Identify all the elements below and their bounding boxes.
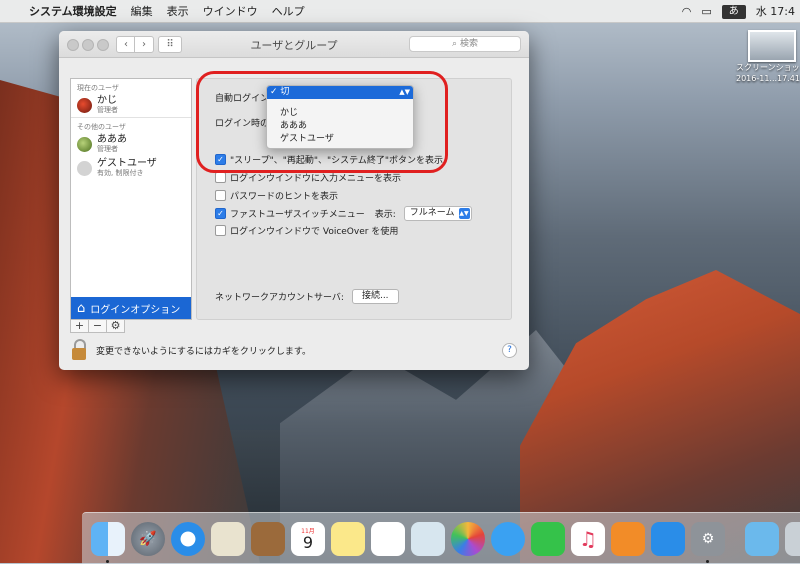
system-preferences-icon[interactable]: ⚙ (691, 521, 725, 563)
voiceover-label: ログインウインドウで VoiceOver を使用 (230, 227, 399, 237)
ime-icon[interactable]: あ (717, 4, 751, 19)
menu-app-name[interactable]: システム環境設定 (22, 3, 124, 19)
preview-icon[interactable] (411, 521, 445, 556)
photos-icon[interactable] (451, 521, 485, 556)
messages-icon[interactable] (491, 521, 525, 556)
title-bar: ‹ › ⠿ ユーザとグループ ⌕ 検索 (59, 31, 529, 58)
user-role: 有効, 制限付き (97, 168, 144, 177)
fast-switch-popup[interactable]: フルネーム ▲▼ (403, 206, 472, 221)
other-users-header: その他のユーザ (71, 117, 191, 132)
lock-footer: 変更できないようにするにはカギをクリックします。 ? (70, 337, 517, 363)
battery-icon[interactable]: ▭ (696, 5, 716, 18)
finder-icon[interactable] (91, 521, 125, 563)
chevron-updown-icon: ▲▼ (458, 208, 470, 219)
connect-button[interactable]: 接続... (351, 289, 399, 304)
menu-bar: システム環境設定 編集 表示 ウインドウ ヘルプ ◠ ▭ あ 水 17:4 (0, 0, 800, 23)
gear-icon[interactable]: ⚙ (106, 319, 125, 333)
fast-user-switch-label: ファストユーザスイッチメニュー (230, 210, 365, 220)
user-name: ゲストユーザ (97, 157, 157, 169)
users-sidebar: 現在のユーザ かじ 管理者 その他のユーザ あああ 管理者 ゲストユーザ 有効,… (70, 78, 192, 320)
menu-help[interactable]: ヘルプ (265, 3, 312, 19)
password-hint-row[interactable]: パスワードのヒントを表示 (215, 189, 338, 202)
menu-edit[interactable]: 編集 (124, 3, 160, 19)
search-field[interactable]: ⌕ 検索 (409, 36, 521, 52)
user-role: 管理者 (97, 105, 118, 114)
network-account-label: ネットワークアカウントサーバ: (215, 293, 344, 303)
lock-text: 変更できないようにするにはカギをクリックします。 (96, 346, 312, 357)
desktop-file-date: 2016-11...17.41.4 (736, 74, 800, 83)
search-placeholder: 検索 (459, 39, 478, 49)
trash-icon[interactable] (785, 521, 800, 556)
add-user-button[interactable]: + (70, 319, 89, 333)
safari-icon[interactable] (171, 521, 205, 556)
fast-switch-show-label: 表示: (374, 210, 396, 220)
input-menu-checkbox[interactable] (215, 172, 226, 183)
lock-icon[interactable] (70, 339, 88, 361)
menu-window[interactable]: ウインドウ (196, 3, 265, 19)
user-item-kaji[interactable]: かじ 管理者 (71, 93, 191, 117)
login-options-label: ログインオプション (90, 304, 181, 316)
launchpad-icon[interactable]: 🚀 (131, 521, 165, 556)
user-name: かじ (97, 94, 117, 106)
itunes-icon[interactable]: ♫ (571, 521, 605, 556)
password-hint-label: パスワードのヒントを表示 (230, 192, 339, 202)
password-hint-checkbox[interactable] (215, 190, 226, 201)
guest-avatar-icon (77, 160, 92, 176)
red-highlight-annotation (196, 71, 448, 173)
ibooks-icon[interactable] (611, 521, 645, 556)
reminders-icon[interactable] (371, 521, 405, 556)
mail-icon[interactable] (211, 521, 245, 556)
screenshot-thumbnail-icon (748, 30, 796, 62)
calendar-day: 9 (302, 533, 314, 552)
login-options-item[interactable]: ⌂ ログインオプション (71, 297, 191, 319)
house-icon: ⌂ (77, 300, 86, 316)
desktop-file-label: スクリーンショット (736, 63, 800, 72)
sidebar-toolbar: + − ⚙ (70, 319, 190, 333)
fast-user-switch-row[interactable]: ✓ ファストユーザスイッチメニュー 表示: フルネーム ▲▼ (215, 206, 472, 221)
user-name: あああ (97, 133, 127, 145)
desktop-screenshot-file[interactable]: スクリーンショット 2016-11...17.41.4 (736, 30, 800, 84)
dock: 🚀 11月 9 ♫ ⚙ (82, 512, 800, 564)
fast-user-switch-checkbox[interactable]: ✓ (215, 208, 226, 219)
facetime-icon[interactable] (531, 521, 565, 556)
help-button[interactable]: ? (502, 342, 517, 358)
voiceover-row[interactable]: ログインウインドウで VoiceOver を使用 (215, 224, 398, 237)
user-role: 管理者 (97, 144, 118, 153)
current-users-header: 現在のユーザ (77, 84, 119, 92)
wifi-icon[interactable]: ◠ (677, 5, 697, 18)
calendar-icon[interactable]: 11月 9 (291, 521, 325, 556)
voiceover-checkbox[interactable] (215, 225, 226, 236)
user-item-aaa[interactable]: あああ 管理者 (71, 132, 191, 156)
remove-user-button[interactable]: − (88, 319, 107, 333)
notes-icon[interactable] (331, 521, 365, 556)
fast-switch-value: フルネーム (409, 208, 455, 218)
search-icon: ⌕ (452, 39, 460, 49)
app-store-icon[interactable] (651, 521, 685, 556)
downloads-folder-icon[interactable] (745, 521, 779, 556)
avatar (77, 97, 92, 113)
avatar (77, 136, 92, 152)
clock[interactable]: 水 17:4 (751, 3, 800, 19)
network-account-row: ネットワークアカウントサーバ: 接続... (215, 289, 399, 304)
user-item-guest[interactable]: ゲストユーザ 有効, 制限付き (71, 156, 191, 180)
notes-book-icon[interactable] (251, 521, 285, 556)
menu-view[interactable]: 表示 (160, 3, 196, 19)
